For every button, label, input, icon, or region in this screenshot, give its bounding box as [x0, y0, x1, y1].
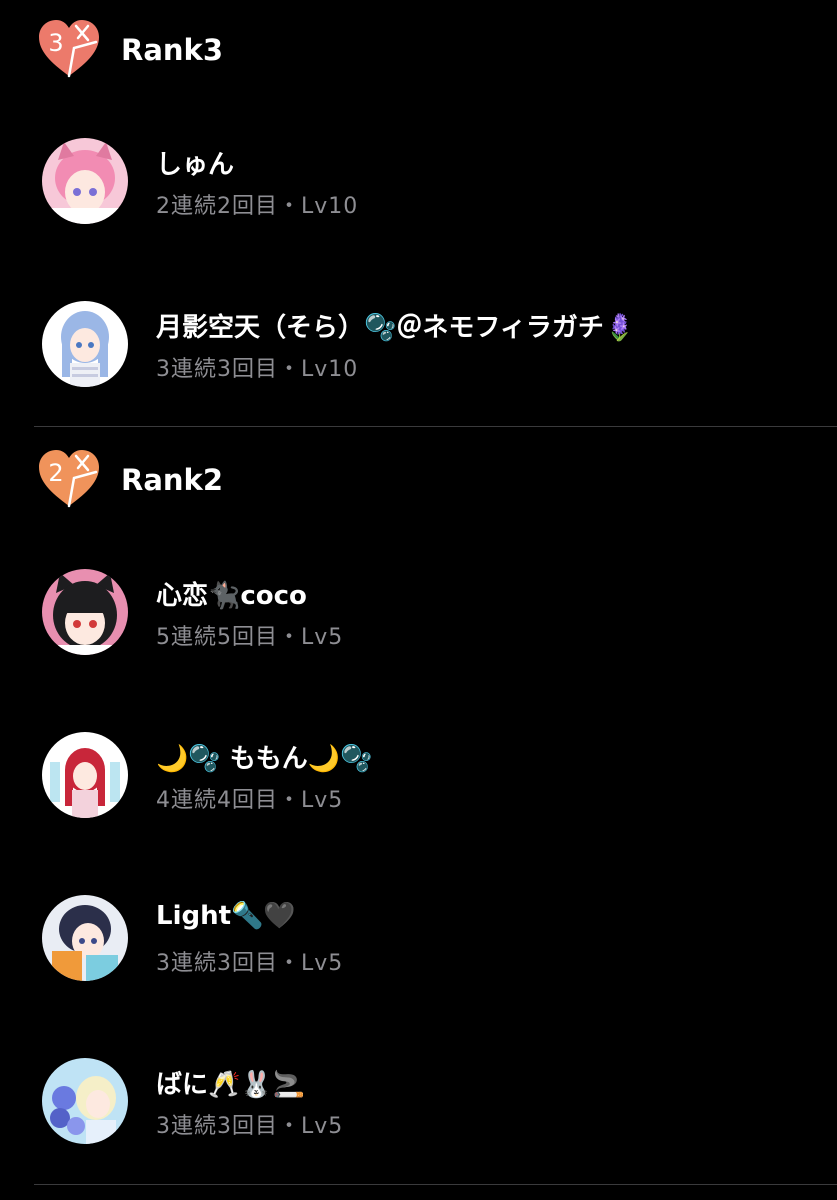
rank3-title: Rank3: [121, 33, 224, 67]
user-streak-level: 3連続3回目・Lv10: [156, 357, 359, 382]
rank2-title: Rank2: [121, 463, 224, 497]
list-item[interactable]: 月影空天（そら）🫧＠ネモフィラガチ🪻 3連続3回目・Lv10: [0, 301, 837, 411]
user-streak-level: 3連続3回目・Lv5: [156, 1114, 344, 1139]
list-item[interactable]: しゅん 2連続2回目・Lv10: [0, 138, 837, 248]
user-name: 月影空天（そら）🫧＠ネモフィラガチ🪻: [156, 313, 637, 343]
heart-rank-3-icon: 3: [36, 18, 102, 80]
list-item[interactable]: Light🔦🖤 3連続3回目・Lv5: [0, 895, 837, 1005]
list-item[interactable]: 心恋🐈‍⬛coco 5連続5回目・Lv5: [0, 569, 837, 679]
user-name: ばに🥂🐰🚬: [156, 1070, 306, 1100]
user-name: 🌙🫧 ももん🌙🫧: [156, 744, 373, 774]
rank2-section-header: 2 Rank2: [0, 448, 837, 518]
list-item[interactable]: ばに🥂🐰🚬 3連続3回目・Lv5: [0, 1058, 837, 1168]
user-name: 心恋🐈‍⬛coco: [156, 581, 307, 611]
avatar[interactable]: [42, 138, 128, 224]
avatar[interactable]: [42, 301, 128, 387]
rank2-badge-number: 2: [48, 459, 63, 487]
user-name: しゅん: [156, 150, 235, 180]
avatar[interactable]: [42, 895, 128, 981]
rank3-badge-number: 3: [48, 29, 63, 57]
user-streak-level: 3連続3回目・Lv5: [156, 951, 344, 976]
user-streak-level: 5連続5回目・Lv5: [156, 625, 344, 650]
section-divider: [34, 1184, 837, 1185]
avatar[interactable]: [42, 732, 128, 818]
rank3-section-header: 3 Rank3: [0, 18, 837, 88]
avatar[interactable]: [42, 569, 128, 655]
user-streak-level: 4連続4回目・Lv5: [156, 788, 344, 813]
user-streak-level: 2連続2回目・Lv10: [156, 194, 359, 219]
section-divider: [34, 426, 837, 427]
list-item[interactable]: 🌙🫧 ももん🌙🫧 4連続4回目・Lv5: [0, 732, 837, 842]
user-name: Light🔦🖤: [156, 901, 296, 931]
heart-rank-2-icon: 2: [36, 448, 102, 510]
avatar[interactable]: [42, 1058, 128, 1144]
